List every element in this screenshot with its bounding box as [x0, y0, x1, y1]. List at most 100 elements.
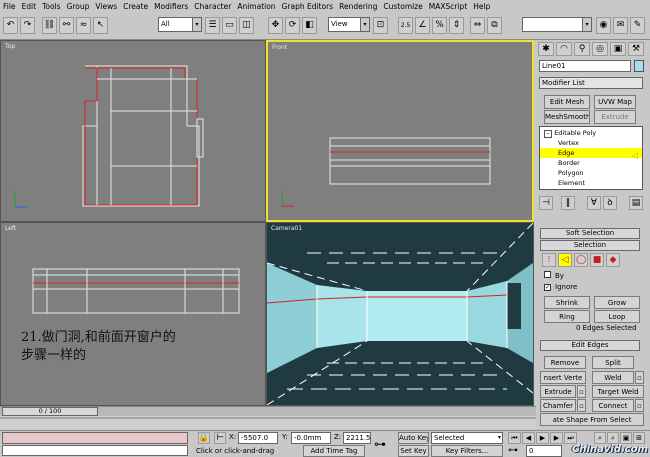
- material-editor-icon[interactable]: ◉: [596, 17, 611, 34]
- configure-sets-icon[interactable]: ▤: [629, 196, 643, 210]
- time-slider-track[interactable]: 0 / 100: [0, 406, 536, 416]
- move-icon[interactable]: ✥: [268, 17, 283, 34]
- auto-key-button[interactable]: Auto Key: [398, 432, 429, 444]
- render-scene-icon[interactable]: ✉: [613, 17, 628, 34]
- uvw-map-button[interactable]: UVW Map: [594, 95, 636, 109]
- ignore-backfacing-checkbox[interactable]: ✓ Ignore: [544, 283, 577, 291]
- remove-modifier-icon[interactable]: ꝺ: [603, 196, 617, 210]
- menu-item-create[interactable]: Create: [123, 2, 148, 11]
- angle-snap-icon[interactable]: ∠: [415, 17, 430, 34]
- create-shape-button[interactable]: ate Shape From Select: [540, 413, 644, 426]
- menu-item-group[interactable]: Group: [67, 2, 90, 11]
- selection-filter-select[interactable]: All ▾: [158, 17, 202, 32]
- stack-item-element[interactable]: Element: [540, 178, 642, 188]
- modify-tab-icon[interactable]: ◠: [556, 42, 572, 56]
- viewport-front[interactable]: Front: [266, 40, 534, 222]
- window-crossing-icon[interactable]: ◫: [239, 17, 254, 34]
- menu-item-file[interactable]: File: [3, 2, 16, 11]
- percent-snap-icon[interactable]: %: [432, 17, 447, 34]
- add-time-tag-button[interactable]: Add Time Tag: [303, 445, 365, 457]
- redo-icon[interactable]: ↷: [20, 17, 35, 34]
- viewport-top[interactable]: Top: [0, 40, 266, 222]
- target-weld-button[interactable]: Target Weld: [592, 385, 644, 398]
- x-coordinate-field[interactable]: -5507.0: [238, 432, 278, 444]
- spinner-snap-icon[interactable]: ⇕: [449, 17, 464, 34]
- y-coordinate-field[interactable]: -0.0mm: [291, 432, 331, 444]
- z-coordinate-field[interactable]: 2211.5: [343, 432, 371, 444]
- select-by-name-icon[interactable]: ☰: [205, 17, 220, 34]
- create-tab-icon[interactable]: ✱: [538, 42, 554, 56]
- split-button[interactable]: Split: [592, 356, 634, 369]
- edit-edges-rollout[interactable]: Edit Edges: [540, 340, 640, 351]
- set-key-button[interactable]: Set Key: [398, 445, 429, 457]
- shrink-button[interactable]: Shrink: [544, 296, 590, 309]
- element-level-icon[interactable]: ◆: [606, 253, 620, 267]
- menu-item-modifiers[interactable]: Modifiers: [154, 2, 188, 11]
- zoom-extents-icon[interactable]: ▣: [620, 432, 632, 444]
- ring-button[interactable]: Ring: [544, 310, 590, 323]
- chamfer-settings-icon[interactable]: ▫: [577, 399, 586, 412]
- weld-settings-icon[interactable]: ▫: [635, 371, 644, 384]
- viewport-camera[interactable]: Camera01: [266, 222, 534, 406]
- selection-rollout[interactable]: Selection: [540, 240, 640, 251]
- previous-frame-icon[interactable]: ◀: [522, 432, 535, 444]
- time-slider-thumb[interactable]: 0 / 100: [2, 407, 98, 416]
- go-to-start-icon[interactable]: ⏮: [508, 432, 521, 444]
- rotate-icon[interactable]: ⟳: [285, 17, 300, 34]
- menu-item-views[interactable]: Views: [95, 2, 117, 11]
- stack-item-edge[interactable]: Edge: [540, 148, 642, 158]
- zoom-extents-all-icon[interactable]: ⊞: [633, 432, 645, 444]
- scale-icon[interactable]: ◧: [302, 17, 317, 34]
- chamfer-button[interactable]: Chamfer: [540, 399, 576, 412]
- quick-render-icon[interactable]: ✎: [630, 17, 645, 34]
- modifier-list-select[interactable]: Modifier List: [539, 77, 643, 89]
- insert-vertex-button[interactable]: nsert Verte: [540, 371, 586, 384]
- grow-button[interactable]: Grow: [594, 296, 640, 309]
- current-frame-field[interactable]: 0: [526, 445, 562, 457]
- weld-button[interactable]: Weld: [592, 371, 634, 384]
- object-name-field[interactable]: Line01: [539, 60, 631, 72]
- stack-item-border[interactable]: Border: [540, 158, 642, 168]
- key-filters-button[interactable]: Key Filters...: [431, 445, 503, 457]
- menu-item-maxscript[interactable]: MAXScript: [429, 2, 468, 11]
- pivot-center-icon[interactable]: ⊡: [373, 17, 388, 34]
- loop-button[interactable]: Loop: [594, 310, 640, 323]
- show-end-result-icon[interactable]: ‖: [561, 196, 575, 210]
- polygon-level-icon[interactable]: ■: [590, 253, 604, 267]
- key-filter-select[interactable]: Selected ▾: [431, 432, 503, 444]
- menu-item-customize[interactable]: Customize: [383, 2, 422, 11]
- set-key-icon[interactable]: ⊶: [374, 437, 386, 451]
- border-level-icon[interactable]: ◯: [574, 253, 588, 267]
- stack-item-vertex[interactable]: Vertex: [540, 138, 642, 148]
- reference-coordinate-select[interactable]: View ▾: [328, 17, 370, 32]
- zoom-all-icon[interactable]: ⌕: [607, 432, 619, 444]
- next-frame-icon[interactable]: ▶: [550, 432, 563, 444]
- menu-item-animation[interactable]: Animation: [237, 2, 275, 11]
- menu-item-graph-editors[interactable]: Graph Editors: [282, 2, 334, 11]
- undo-icon[interactable]: ↶: [3, 17, 18, 34]
- extrude-edge-button[interactable]: Extrude: [540, 385, 576, 398]
- connect-button[interactable]: Connect: [592, 399, 634, 412]
- menu-item-tools[interactable]: Tools: [42, 2, 60, 11]
- utilities-tab-icon[interactable]: ⚒: [628, 42, 644, 56]
- meshsmooth-button[interactable]: MeshSmooth: [544, 110, 590, 124]
- viewport-left[interactable]: Left 21.做门洞,和前面开窗户的 步骤一样的: [0, 222, 266, 406]
- menu-item-edit[interactable]: Edit: [22, 2, 37, 11]
- region-select-icon[interactable]: ▭: [222, 17, 237, 34]
- edge-level-icon[interactable]: ◁: [558, 253, 572, 267]
- extrude-modifier-button[interactable]: Extrude: [594, 110, 636, 124]
- align-icon[interactable]: ⧉: [487, 17, 502, 34]
- select-link-icon[interactable]: ⛓: [42, 17, 57, 34]
- maxscript-listener-field[interactable]: [2, 432, 188, 444]
- menu-item-rendering[interactable]: Rendering: [339, 2, 377, 11]
- track-bar[interactable]: [0, 416, 536, 430]
- menu-item-help[interactable]: Help: [473, 2, 490, 11]
- make-unique-icon[interactable]: ∀: [587, 196, 601, 210]
- connect-settings-icon[interactable]: ▫: [635, 399, 644, 412]
- key-mode-icon[interactable]: ⊶: [508, 446, 526, 457]
- display-tab-icon[interactable]: ▣: [610, 42, 626, 56]
- object-color-swatch[interactable]: [634, 60, 644, 72]
- bind-space-warp-icon[interactable]: ≈: [76, 17, 91, 34]
- zoom-icon[interactable]: ⌕: [594, 432, 606, 444]
- play-icon[interactable]: ▶: [536, 432, 549, 444]
